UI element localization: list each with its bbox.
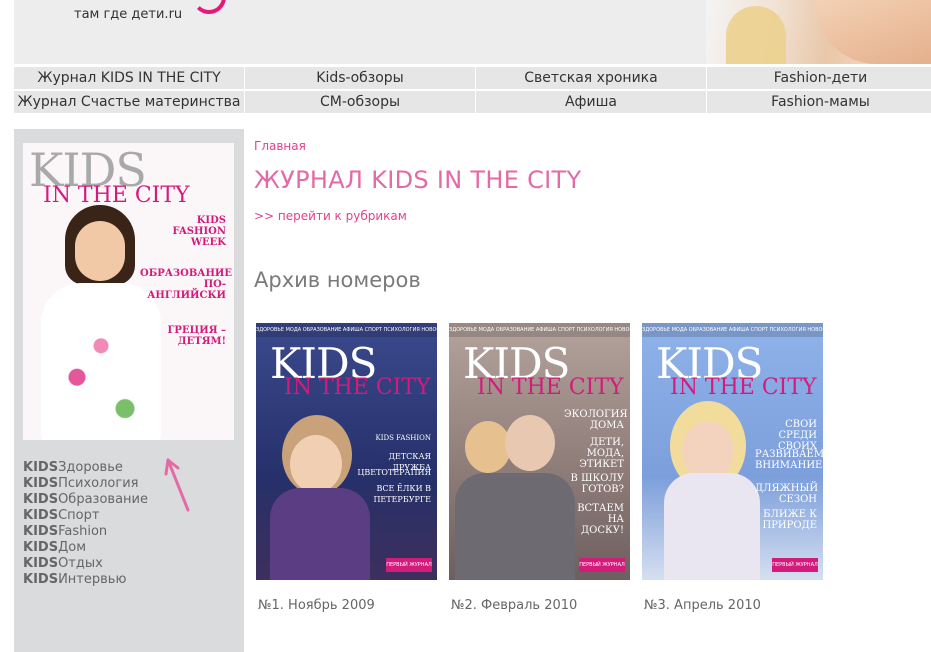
cover-headline: ЭКОЛОГИЯ ДОМА (564, 409, 628, 431)
breadcrumb-home[interactable]: Главная (254, 139, 306, 153)
nav-item-happy-motherhood[interactable]: Журнал Счастье материнства (14, 91, 244, 114)
rubric-link-sport[interactable]: KIDSСпорт (23, 508, 148, 524)
rubric-link-fashion[interactable]: KIDSFashion (23, 524, 148, 540)
archive-heading: Архив номеров (254, 268, 421, 292)
cover-headline: ГРЕЦИЯ – ДЕТЯМ! (167, 325, 226, 347)
cover-headline: ЦВЕТОТЕРАПИЯ (357, 468, 431, 477)
page-title: ЖУРНАЛ KIDS IN THE CITY (254, 166, 582, 194)
site-header: там где дети.ru (14, 0, 931, 64)
issue-cover-image[interactable]: ЗДОРОВЬЕ МОДА ОБРАЗОВАНИЕ АФИША СПОРТ ПС… (642, 323, 823, 580)
issue-caption[interactable]: №3. Апрель 2010 (644, 598, 761, 613)
rubric-link-psychology[interactable]: KIDSПсихология (23, 476, 148, 492)
go-to-rubrics-link[interactable]: >> перейти к рубрикам (254, 209, 407, 223)
nav-item-sm-reviews[interactable]: СМ-обзоры (245, 91, 475, 114)
nav-item-kids-in-the-city[interactable]: Журнал KIDS IN THE CITY (14, 67, 244, 90)
cover-headline: В ШКОЛУ ГОТОВ? (570, 473, 624, 495)
cover-headline: ВСТАЕМ НА ДОСКУ! (577, 503, 624, 536)
issue-cover-image[interactable]: ЗДОРОВЬЕ МОДА ОБРАЗОВАНИЕ АФИША СПОРТ ПС… (449, 323, 630, 580)
rubric-link-interview[interactable]: KIDSИнтервью (23, 572, 148, 588)
cover-headline: ДЕТИ, МОДА, ЭТИКЕТ (579, 437, 624, 470)
cover-headline: KIDS FASHION WEEK (172, 215, 226, 248)
issue-card[interactable]: ЗДОРОВЬЕ МОДА ОБРАЗОВАНИЕ АФИША СПОРТ ПС… (642, 323, 823, 613)
rubric-link-leisure[interactable]: KIDSОтдых (23, 556, 148, 572)
issue-caption[interactable]: №1. Ноябрь 2009 (258, 598, 375, 613)
cover-headline: СВОИ СРЕДИ СВОИХ (777, 419, 817, 452)
nav-item-kids-reviews[interactable]: Kids-обзоры (245, 67, 475, 90)
rubric-link-health[interactable]: KIDSЗдоровье (23, 460, 148, 476)
rubric-list: KIDSЗдоровье KIDSПсихология KIDSОбразова… (23, 460, 148, 588)
cover-headline: KIDS FASHION (375, 434, 431, 442)
rubric-link-education[interactable]: KIDSОбразование (23, 492, 148, 508)
cover-headline: ОБРАЗОВАНИЕ ПО-АНГЛИЙСКИ (140, 268, 232, 301)
site-tagline[interactable]: там где дети.ru (74, 7, 182, 22)
nav-item-fashion-moms[interactable]: Fashion-мамы (707, 91, 931, 114)
issue-card[interactable]: ЗДОРОВЬЕ МОДА ОБРАЗОВАНИЕ АФИША СПОРТ ПС… (256, 323, 437, 613)
nav-item-society-chronicle[interactable]: Светская хроника (476, 67, 706, 90)
main-nav: Журнал KIDS IN THE CITY Kids-обзоры Свет… (14, 67, 931, 114)
current-issue-cover[interactable]: KIDS IN THE CITY KIDS FASHION WEEK ОБРАЗ… (23, 143, 234, 440)
cover-headline: РАЗВИВАЕМ ВНИМАНИЕ (755, 449, 823, 471)
sidebar: KIDS IN THE CITY KIDS FASHION WEEK ОБРАЗ… (14, 129, 244, 652)
issue-caption[interactable]: №2. Февраль 2010 (451, 598, 577, 613)
rubric-link-home[interactable]: KIDSДом (23, 540, 148, 556)
cover-headline: БЛИЖЕ К ПРИРОДЕ (762, 509, 817, 531)
issue-card[interactable]: ЗДОРОВЬЕ МОДА ОБРАЗОВАНИЕ АФИША СПОРТ ПС… (449, 323, 630, 613)
logo-swash (192, 0, 226, 14)
nav-item-afisha[interactable]: Афиша (476, 91, 706, 114)
nav-item-fashion-kids[interactable]: Fashion-дети (707, 67, 931, 90)
cover-title-city: IN THE CITY (43, 183, 190, 208)
cover-headline: ВСЕ ЁЛКИ В ПЕТЕРБУРГЕ (373, 484, 431, 504)
cover-title-city: IN THE CITY (284, 375, 431, 400)
cover-title-city: IN THE CITY (477, 375, 624, 400)
arrow-icon (164, 458, 190, 512)
issue-cover-image[interactable]: ЗДОРОВЬЕ МОДА ОБРАЗОВАНИЕ АФИША СПОРТ ПС… (256, 323, 437, 580)
header-banner-photo (706, 0, 931, 64)
cover-title-city: IN THE CITY (670, 375, 817, 400)
cover-headline: ДЛЯЖНЫЙ СЕЗОН (755, 483, 819, 505)
